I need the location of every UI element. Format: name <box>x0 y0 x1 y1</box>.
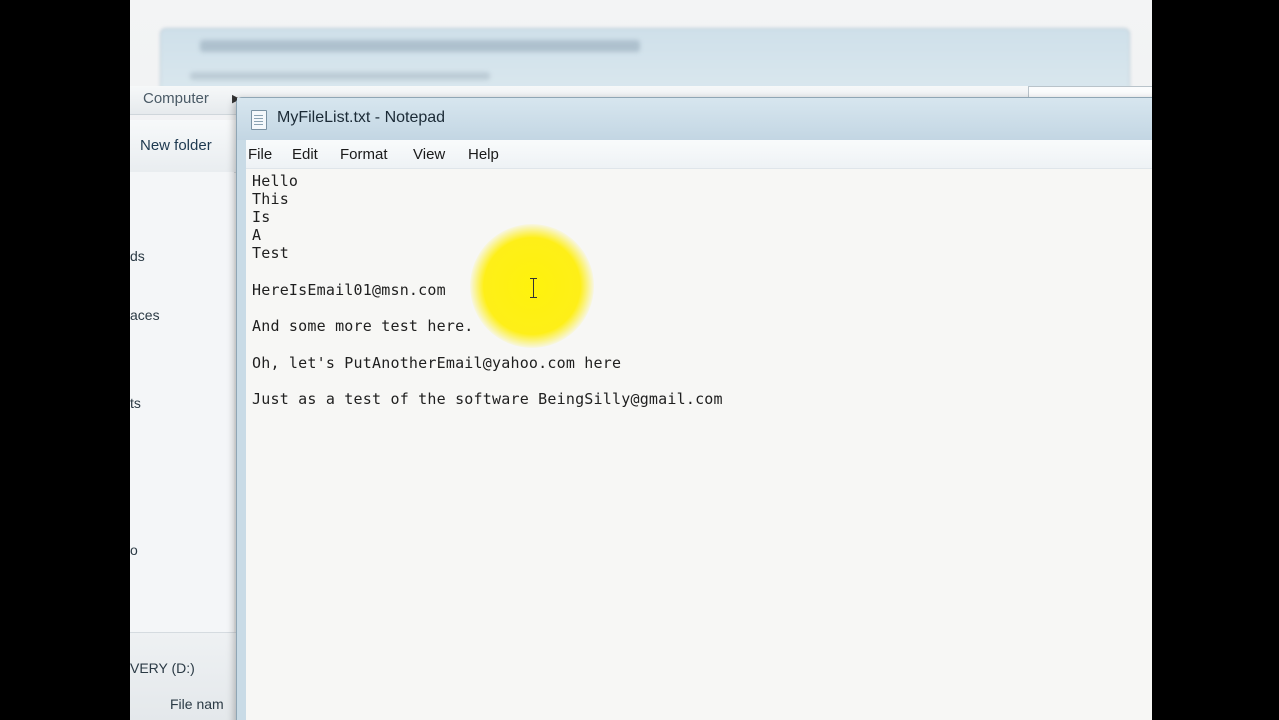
drive-label[interactable]: VERY (D:) <box>130 660 195 676</box>
notepad-title-bar[interactable]: MyFileList.txt - Notepad <box>237 98 1152 140</box>
text-line: Test <box>252 244 289 262</box>
text-line: Hello <box>252 172 299 190</box>
menu-view[interactable]: View <box>413 146 445 163</box>
text-cursor-icon <box>530 278 537 298</box>
text-line: And some more test here. <box>252 317 474 335</box>
text-line: Is <box>252 208 271 226</box>
desktop-screen: Computer ▶ New folder ds aces ts o VERY … <box>130 0 1152 720</box>
text-line: HereIsEmail01@msn.com <box>252 281 446 299</box>
menu-help[interactable]: Help <box>468 146 499 163</box>
explorer-title-bar <box>160 28 1130 90</box>
notepad-window: MyFileList.txt - Notepad File Edit Forma… <box>236 97 1152 720</box>
text-editor-area[interactable]: Hello This Is A Test HereIsEmail01@msn.c… <box>246 169 1152 720</box>
nav-item-fragment[interactable]: o <box>130 542 138 558</box>
menu-file[interactable]: File <box>248 146 272 163</box>
text-line: Oh, let's PutAnotherEmail@yahoo.com here <box>252 354 622 372</box>
text-line: Just as a test of the software BeingSill… <box>252 390 723 408</box>
explorer-nav-pane: ds aces ts o <box>130 172 234 632</box>
nav-item-fragment[interactable]: ts <box>130 395 141 411</box>
menu-format[interactable]: Format <box>340 146 388 163</box>
menu-bar: File Edit Format View Help <box>246 140 1152 169</box>
window-title: MyFileList.txt - Notepad <box>277 109 446 126</box>
file-name-label: File nam <box>170 696 224 712</box>
new-folder-button[interactable]: New folder <box>140 137 212 154</box>
text-line: This <box>252 190 289 208</box>
menu-edit[interactable]: Edit <box>292 146 318 163</box>
address-computer-crumb[interactable]: Computer <box>143 90 209 107</box>
notepad-icon <box>251 110 267 130</box>
explorer-blurred-menu <box>190 72 490 80</box>
text-line: A <box>252 226 262 244</box>
explorer-blurred-path <box>200 40 640 52</box>
nav-item-fragment[interactable]: aces <box>130 307 160 323</box>
nav-item-fragment[interactable]: ds <box>130 248 145 264</box>
